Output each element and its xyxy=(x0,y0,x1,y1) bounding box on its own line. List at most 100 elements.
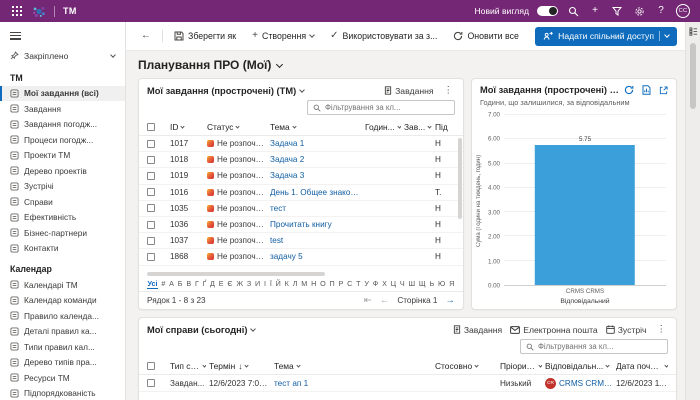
alphabet-letter[interactable]: П xyxy=(329,279,335,288)
alphabet-letter[interactable]: Ь xyxy=(429,279,435,288)
search-icon[interactable] xyxy=(566,4,580,18)
column-header[interactable]: Тема xyxy=(270,122,362,132)
quick-create-icon[interactable]: + xyxy=(588,4,602,18)
waffle-icon[interactable] xyxy=(10,4,24,18)
column-header[interactable]: Годин... xyxy=(365,122,401,132)
task-subject-link[interactable]: задачу 5 xyxy=(270,252,362,261)
alphabet-letter[interactable]: У xyxy=(364,279,370,288)
alphabet-letter[interactable]: Щ xyxy=(418,279,426,288)
alphabet-letter[interactable]: Ш xyxy=(408,279,416,288)
row-checkbox[interactable] xyxy=(147,253,155,261)
alphabet-letter[interactable]: Ґ xyxy=(202,279,207,288)
task-row[interactable]: 1016Не розпочатоДень 1. Общее знакомство… xyxy=(139,185,463,201)
sidebar-item[interactable]: Зустрічі xyxy=(0,179,125,195)
alphabet-letter[interactable]: Г xyxy=(194,279,199,288)
alphabet-letter[interactable]: Ж xyxy=(236,279,244,288)
alphabet-letter[interactable]: К xyxy=(284,279,289,288)
alphabet-letter[interactable]: Ц xyxy=(390,279,396,288)
row-checkbox[interactable] xyxy=(147,140,155,148)
alphabet-letter[interactable]: І xyxy=(264,279,267,288)
column-header[interactable]: Стосовно xyxy=(435,361,497,371)
row-checkbox[interactable] xyxy=(147,172,155,180)
share-button[interactable]: Надати спільний доступ xyxy=(535,27,677,46)
new-task-button[interactable]: Завдання xyxy=(384,86,433,96)
task-subject-link[interactable]: Прочитать книгу xyxy=(270,220,362,229)
alphabet-letter[interactable]: О xyxy=(320,279,327,288)
alphabet-letter[interactable]: Й xyxy=(275,279,281,288)
activity-owner-cell[interactable]: CRCRMS CRMS ( xyxy=(545,378,613,389)
sidebar-item[interactable]: Дерево проектів xyxy=(0,163,125,179)
refresh-all-button[interactable]: Оновити все xyxy=(446,28,525,44)
new-meeting-button[interactable]: Зустріч xyxy=(606,325,647,335)
select-all-checkbox[interactable] xyxy=(147,362,155,370)
activities-view-selector[interactable]: Мої справи (сьогодні) xyxy=(147,325,247,335)
alphabet-letter[interactable]: В xyxy=(186,279,192,288)
alphabet-letter[interactable]: Ю xyxy=(438,279,446,288)
sidebar-item[interactable]: Контакти xyxy=(0,241,125,257)
alphabet-letter[interactable]: Е xyxy=(218,279,224,288)
pinned-group[interactable]: Закріплено xyxy=(0,47,125,65)
alphabet-letter[interactable]: Х xyxy=(382,279,388,288)
alphabet-letter[interactable]: И xyxy=(255,279,261,288)
sidebar-item[interactable]: Дерево типів пра... xyxy=(0,355,125,371)
column-header[interactable]: ID xyxy=(170,122,204,132)
alphabet-letter[interactable]: А xyxy=(169,279,175,288)
app-logo-icon[interactable] xyxy=(32,4,46,18)
record-list-toggle-icon[interactable] xyxy=(689,27,698,36)
row-checkbox[interactable] xyxy=(147,379,155,387)
back-button[interactable]: ← xyxy=(134,28,158,44)
filter-icon[interactable] xyxy=(610,4,624,18)
column-header[interactable]: Тип спр... xyxy=(170,361,206,371)
activity-subject-link[interactable]: тест ап 1 xyxy=(274,379,432,388)
sidebar-item[interactable]: Календарі ТМ xyxy=(0,277,125,293)
task-subject-link[interactable]: Задача 1 xyxy=(270,139,362,148)
row-checkbox[interactable] xyxy=(147,204,155,212)
help-icon[interactable]: ? xyxy=(654,4,668,18)
task-row[interactable]: 1037Не розпочатоtestН xyxy=(139,233,463,249)
vertical-scrollbar[interactable] xyxy=(458,138,462,219)
new-look-toggle[interactable] xyxy=(537,6,558,16)
alphabet-letter[interactable]: Р xyxy=(338,279,344,288)
row-checkbox[interactable] xyxy=(147,156,155,164)
column-header[interactable]: Під xyxy=(435,122,455,132)
column-header[interactable]: Статус xyxy=(207,122,267,132)
task-subject-link[interactable]: тест xyxy=(270,204,362,213)
sidebar-item[interactable]: Справи xyxy=(0,194,125,210)
alphabet-letter[interactable]: З xyxy=(246,279,251,288)
refresh-icon[interactable] xyxy=(624,85,634,95)
alphabet-letter[interactable]: Ч xyxy=(399,279,405,288)
more-commands-icon[interactable]: ⋮ xyxy=(655,324,669,335)
sidebar-item[interactable]: Підпорядкованість xyxy=(0,386,125,400)
task-subject-link[interactable]: Задача 3 xyxy=(270,171,362,180)
task-row[interactable]: 1036Не розпочатоПрочитать книгуН xyxy=(139,217,463,233)
sidebar-item[interactable]: Календар команди xyxy=(0,293,125,309)
task-row[interactable]: 1017Не розпочатоЗадача 1Н xyxy=(139,136,463,152)
row-checkbox[interactable] xyxy=(147,237,155,245)
alphabet-letter[interactable]: Ї xyxy=(269,279,272,288)
task-row[interactable]: 1019Не розпочатоЗадача 3Н xyxy=(139,168,463,184)
next-page-icon[interactable]: → xyxy=(446,296,456,306)
column-header[interactable]: Дата почат... xyxy=(616,361,668,371)
tasks-filter-input[interactable]: Фільтрування за кл... xyxy=(307,100,455,115)
alphabet-letter[interactable]: Т xyxy=(356,279,361,288)
column-header[interactable]: Відповідальн... xyxy=(545,361,613,371)
use-as-default-button[interactable]: ✓ Використовувати за з... xyxy=(323,28,444,44)
alphabet-letter[interactable]: Д xyxy=(210,279,216,288)
tasks-view-selector[interactable]: Мої завдання (прострочені) (ТМ) xyxy=(147,86,296,96)
task-row[interactable]: 1868Не розпочатозадачу 5Н xyxy=(139,249,463,265)
alphabet-letter[interactable]: Н xyxy=(311,279,317,288)
sidebar-item[interactable]: Проекти ТМ xyxy=(0,148,125,164)
column-header[interactable]: Пріорит... xyxy=(500,361,542,371)
owner-link[interactable]: CRMS CRMS ( xyxy=(559,379,613,388)
view-selector[interactable]: Планування ПРО (Мої) xyxy=(126,51,685,76)
select-all-checkbox[interactable] xyxy=(147,123,155,131)
alphabet-letter[interactable]: Є xyxy=(227,279,233,288)
sidebar-item[interactable]: Типи правил кал... xyxy=(0,339,125,355)
chart-bar[interactable]: 5.75 xyxy=(535,145,635,285)
hamburger-menu-icon[interactable] xyxy=(0,27,125,47)
activities-filter-input[interactable]: Фільтрування за кл... xyxy=(520,339,668,354)
alphabet-letter[interactable]: Ф xyxy=(372,279,378,288)
sidebar-item[interactable]: Процеси погодж... xyxy=(0,132,125,148)
alphabet-letter[interactable]: # xyxy=(161,279,166,288)
sidebar-item[interactable]: Деталі правил ка... xyxy=(0,324,125,340)
